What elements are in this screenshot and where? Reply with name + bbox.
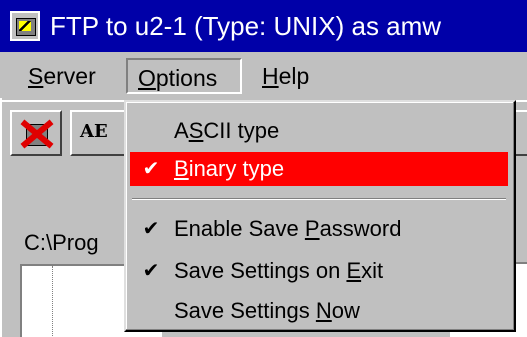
tree-line	[52, 266, 53, 337]
label-post: xit	[361, 258, 384, 283]
label-post: assword	[319, 216, 402, 241]
menu-item-label: Enable Save Password	[174, 212, 401, 246]
menu-bar: Server Options Help	[0, 54, 527, 98]
menu-server-rest: erver	[43, 63, 96, 89]
menu-server[interactable]: Server	[18, 58, 106, 94]
toolbar-button-ae[interactable]: AE	[70, 110, 130, 156]
menu-item-label: Binary type	[174, 152, 284, 186]
menu-item-binary-type[interactable]: ✔ Binary type	[130, 152, 508, 186]
menu-help-mnemonic: H	[262, 63, 279, 89]
menu-server-mnemonic: S	[28, 63, 44, 89]
window-edge	[0, 98, 2, 337]
menu-help-rest: elp	[278, 63, 310, 89]
check-icon: ✔	[142, 260, 160, 282]
label-post: CII type	[203, 118, 280, 143]
label-mnemonic: N	[315, 298, 332, 323]
label-pre: Save Settings	[174, 298, 316, 323]
title-bar[interactable]: FTP to u2-1 (Type: UNIX) as amw	[0, 0, 527, 52]
label-post: ow	[331, 298, 360, 323]
label-mnemonic: P	[304, 216, 320, 241]
window-title: FTP to u2-1 (Type: UNIX) as amw	[50, 10, 442, 41]
menu-options[interactable]: Options	[126, 58, 242, 94]
menu-options-rest: ptions	[155, 65, 218, 91]
menu-separator	[132, 198, 506, 200]
menu-item-save-settings-now[interactable]: Save Settings Now	[130, 294, 508, 328]
options-dropdown-menu: ASCII type ✔ Binary type ✔ Enable Save P…	[124, 100, 516, 332]
check-icon: ✔	[142, 218, 160, 240]
menu-item-ascii-type[interactable]: ASCII type	[130, 114, 508, 148]
disconnect-icon	[20, 118, 54, 150]
menu-options-mnemonic: O	[138, 65, 156, 91]
local-path-label: C:\Prog	[24, 230, 99, 255]
menu-item-enable-save-password[interactable]: ✔ Enable Save Password	[130, 212, 508, 246]
menu-item-label: Save Settings on Exit	[174, 254, 383, 288]
label-pre: Save Settings on	[174, 258, 347, 283]
ftp-window: FTP to u2-1 (Type: UNIX) as amw Server O…	[0, 0, 527, 337]
label-mnemonic: E	[346, 258, 362, 283]
menu-help[interactable]: Help	[252, 58, 319, 94]
label-post: inary type	[188, 156, 285, 181]
label-mnemonic: B	[174, 156, 189, 181]
menu-item-label: Save Settings Now	[174, 294, 360, 328]
label-mnemonic: S	[188, 118, 204, 143]
check-icon: ✔	[142, 158, 160, 180]
label-pre: Enable Save	[174, 216, 305, 241]
menu-item-save-settings-on-exit[interactable]: ✔ Save Settings on Exit	[130, 254, 508, 288]
label-pre: A	[174, 118, 189, 143]
menu-item-label: ASCII type	[174, 114, 279, 148]
app-icon-bolt	[19, 21, 31, 31]
ftp-app-icon[interactable]	[10, 11, 40, 41]
disconnect-button[interactable]	[10, 110, 62, 156]
